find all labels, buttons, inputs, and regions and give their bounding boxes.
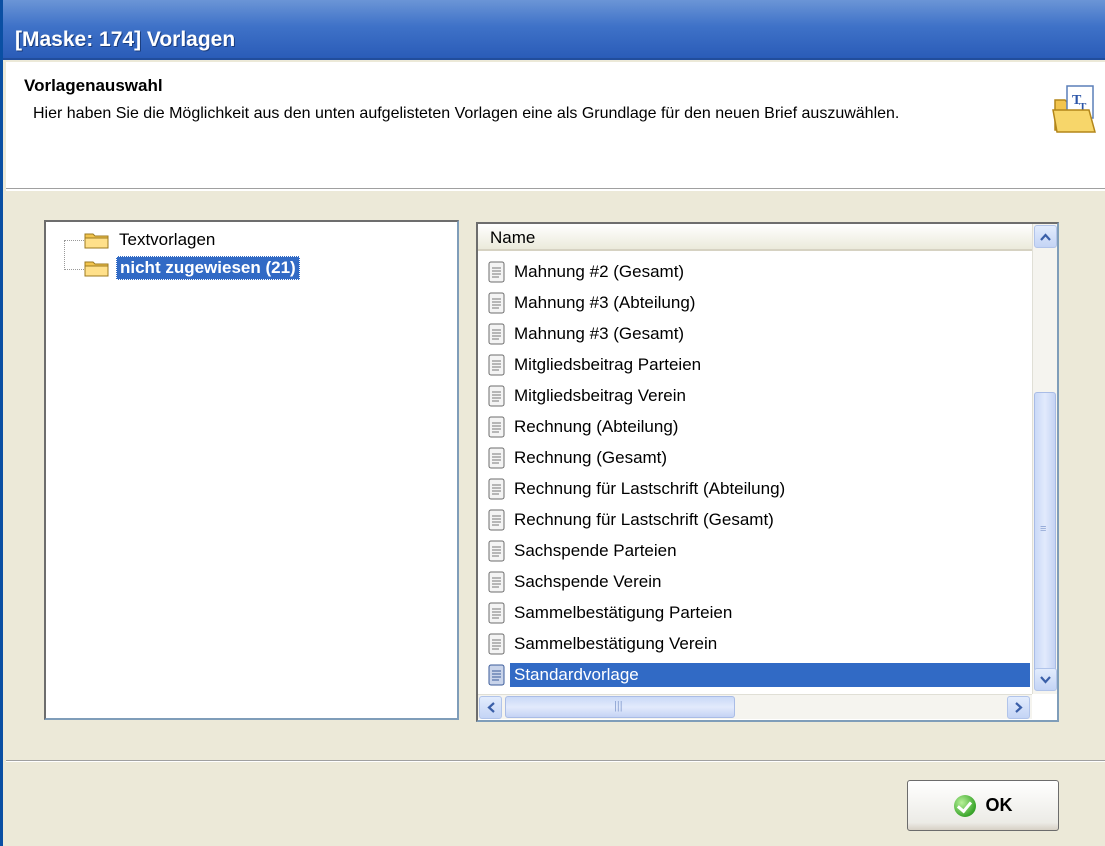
scroll-down-button[interactable] xyxy=(1034,668,1057,691)
document-icon xyxy=(488,416,505,437)
window-title: [Maske: 174] Vorlagen xyxy=(15,28,236,51)
scroll-left-button[interactable] xyxy=(479,696,502,719)
document-icon xyxy=(488,664,505,685)
document-icon xyxy=(488,292,505,313)
tree-item-textvorlagen[interactable]: Textvorlagen xyxy=(84,228,218,252)
footer-separator xyxy=(6,760,1105,762)
template-list[interactable]: Name Mahnung #2 (Gesamt) Mahnung #3 (Abt… xyxy=(476,222,1059,722)
scroll-right-button[interactable] xyxy=(1007,696,1030,719)
folder-icon xyxy=(84,233,109,249)
grip-icon: ≡ xyxy=(1040,523,1047,535)
ok-button[interactable]: OK xyxy=(907,780,1059,831)
chevron-left-icon xyxy=(486,702,495,713)
document-icon xyxy=(488,478,505,499)
ok-label: OK xyxy=(985,795,1013,815)
horizontal-scroll-thumb[interactable]: ||| xyxy=(505,696,735,718)
folder-icon xyxy=(84,261,109,277)
tree-connector xyxy=(64,269,84,270)
list-item[interactable]: Sachspende Verein xyxy=(478,566,1032,597)
horizontal-scrollbar[interactable]: ||| xyxy=(478,694,1032,719)
list-item[interactable]: Mahnung #3 (Gesamt) xyxy=(478,318,1032,349)
list-item[interactable]: Rechnung (Abteilung) xyxy=(478,411,1032,442)
document-icon xyxy=(488,385,505,406)
header-separator xyxy=(6,189,1105,191)
list-item[interactable]: Mahnung #3 (Abteilung) xyxy=(478,287,1032,318)
checkmark-icon xyxy=(953,794,976,817)
chevron-down-icon xyxy=(1040,675,1051,684)
vertical-scroll-thumb[interactable]: ≡ xyxy=(1034,392,1056,672)
tree-item-label: nicht zugewiesen (21) xyxy=(116,256,300,280)
document-icon xyxy=(488,261,505,282)
list-item[interactable]: Sammelbestätigung Parteien xyxy=(478,597,1032,628)
column-header-name[interactable]: Name xyxy=(478,224,1032,251)
tree-connector xyxy=(64,240,65,270)
document-icon xyxy=(488,540,505,561)
grip-icon: ||| xyxy=(614,700,623,712)
list-item[interactable]: Rechnung für Lastschrift (Gesamt) xyxy=(478,504,1032,535)
list-item[interactable]: Rechnung (Gesamt) xyxy=(478,442,1032,473)
scroll-up-button[interactable] xyxy=(1034,225,1057,248)
chevron-right-icon xyxy=(1014,702,1023,713)
dialog-window: [Maske: 174] Vorlagen Vorlagenauswahl Hi… xyxy=(0,0,1105,846)
list-item[interactable]: Mahnung #2 (Gesamt) xyxy=(478,256,1032,287)
tree-item-nicht-zugewiesen[interactable]: nicht zugewiesen (21) xyxy=(84,256,300,280)
title-bar[interactable]: [Maske: 174] Vorlagen xyxy=(3,0,1105,60)
vertical-scrollbar[interactable]: ≡ xyxy=(1032,224,1057,694)
list-item[interactable]: Mitgliedsbeitrag Verein xyxy=(478,380,1032,411)
header-title: Vorlagenauswahl xyxy=(24,76,163,95)
document-icon xyxy=(488,509,505,530)
tree-connector xyxy=(64,240,84,241)
document-icon xyxy=(488,602,505,623)
list-item[interactable]: Sammelbestätigung Verein xyxy=(478,628,1032,659)
header-description: Hier haben Sie die Möglichkeit aus den u… xyxy=(33,105,900,122)
document-icon xyxy=(488,571,505,592)
list-item[interactable]: Mitgliedsbeitrag Parteien xyxy=(478,349,1032,380)
document-icon xyxy=(488,354,505,375)
text-document-icon: T T xyxy=(1052,85,1096,133)
header-panel: Vorlagenauswahl Hier haben Sie die Mögli… xyxy=(6,62,1105,189)
document-icon xyxy=(488,447,505,468)
list-item-selected[interactable]: Standardvorlage xyxy=(478,659,1032,690)
template-rows: Mahnung #2 (Gesamt) Mahnung #3 (Abteilun… xyxy=(478,256,1032,690)
list-item[interactable]: Rechnung für Lastschrift (Abteilung) xyxy=(478,473,1032,504)
chevron-up-icon xyxy=(1040,232,1051,241)
document-icon xyxy=(488,323,505,344)
document-icon xyxy=(488,633,505,654)
template-category-tree[interactable]: Textvorlagen nicht zugewiesen (21) xyxy=(44,220,459,720)
list-item[interactable]: Sachspende Parteien xyxy=(478,535,1032,566)
tree-item-label: Textvorlagen xyxy=(119,230,216,249)
